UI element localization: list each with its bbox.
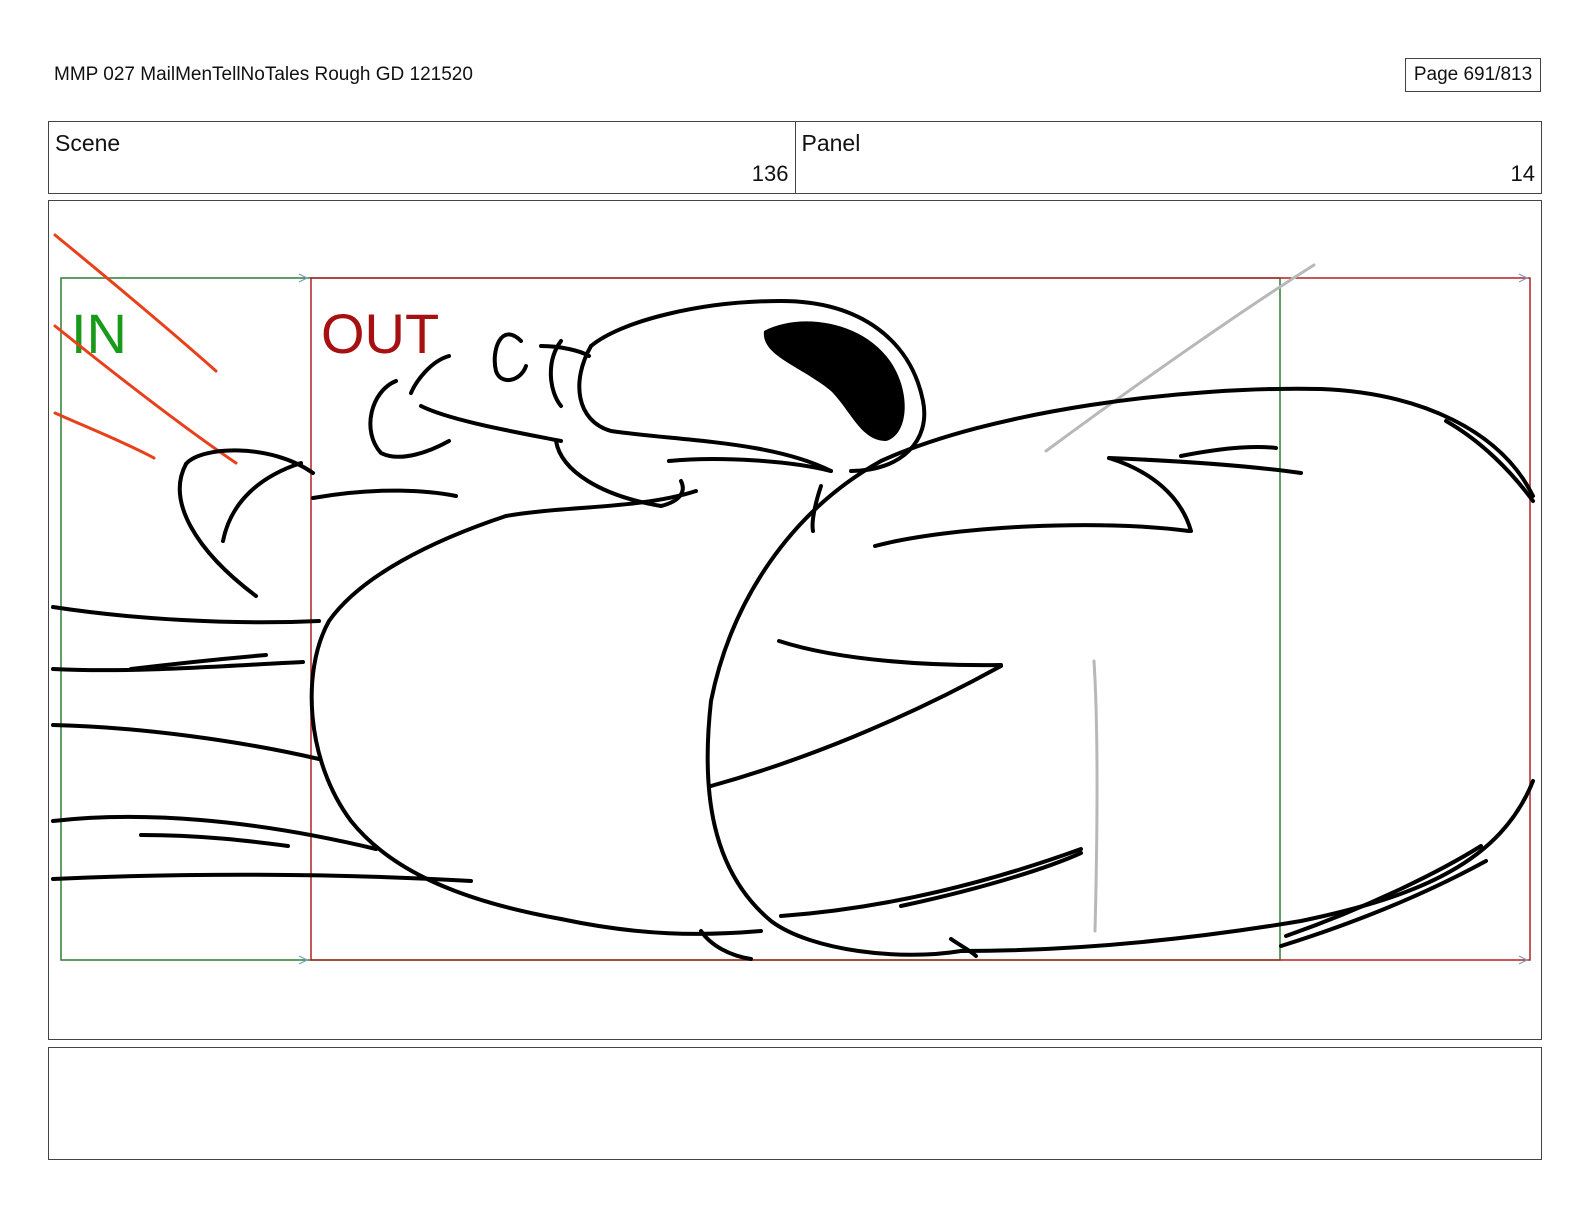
panel-cell: Panel 14	[794, 122, 1542, 193]
scene-cell: Scene 136	[49, 122, 795, 193]
in-frame-label: IN	[71, 302, 127, 365]
rough-sketch-drawing: IN OUT	[51, 233, 1535, 965]
page-number-label: Page 691/813	[1413, 64, 1533, 85]
character-sketch	[51, 299, 1535, 961]
panel-label: Panel	[801, 130, 861, 156]
page-number-box: Page 691/813	[1405, 58, 1541, 92]
out-frame-guide	[310, 277, 1531, 961]
notes-box	[48, 1047, 1542, 1160]
document-title: MMP 027 MailMenTellNoTales Rough GD 1215…	[54, 64, 473, 85]
scene-panel-info: Scene 136 Panel 14	[48, 121, 1542, 194]
scene-number: 136	[751, 161, 789, 186]
speed-lines	[53, 233, 238, 465]
panel-number: 14	[1510, 161, 1535, 186]
eye-shape	[763, 321, 905, 441]
storyboard-frame: IN OUT	[48, 200, 1542, 1040]
out-frame-label: OUT	[321, 302, 439, 365]
scene-label: Scene	[55, 130, 121, 156]
pan-arrow-icon	[298, 273, 1529, 965]
construction-lines	[1044, 263, 1316, 933]
